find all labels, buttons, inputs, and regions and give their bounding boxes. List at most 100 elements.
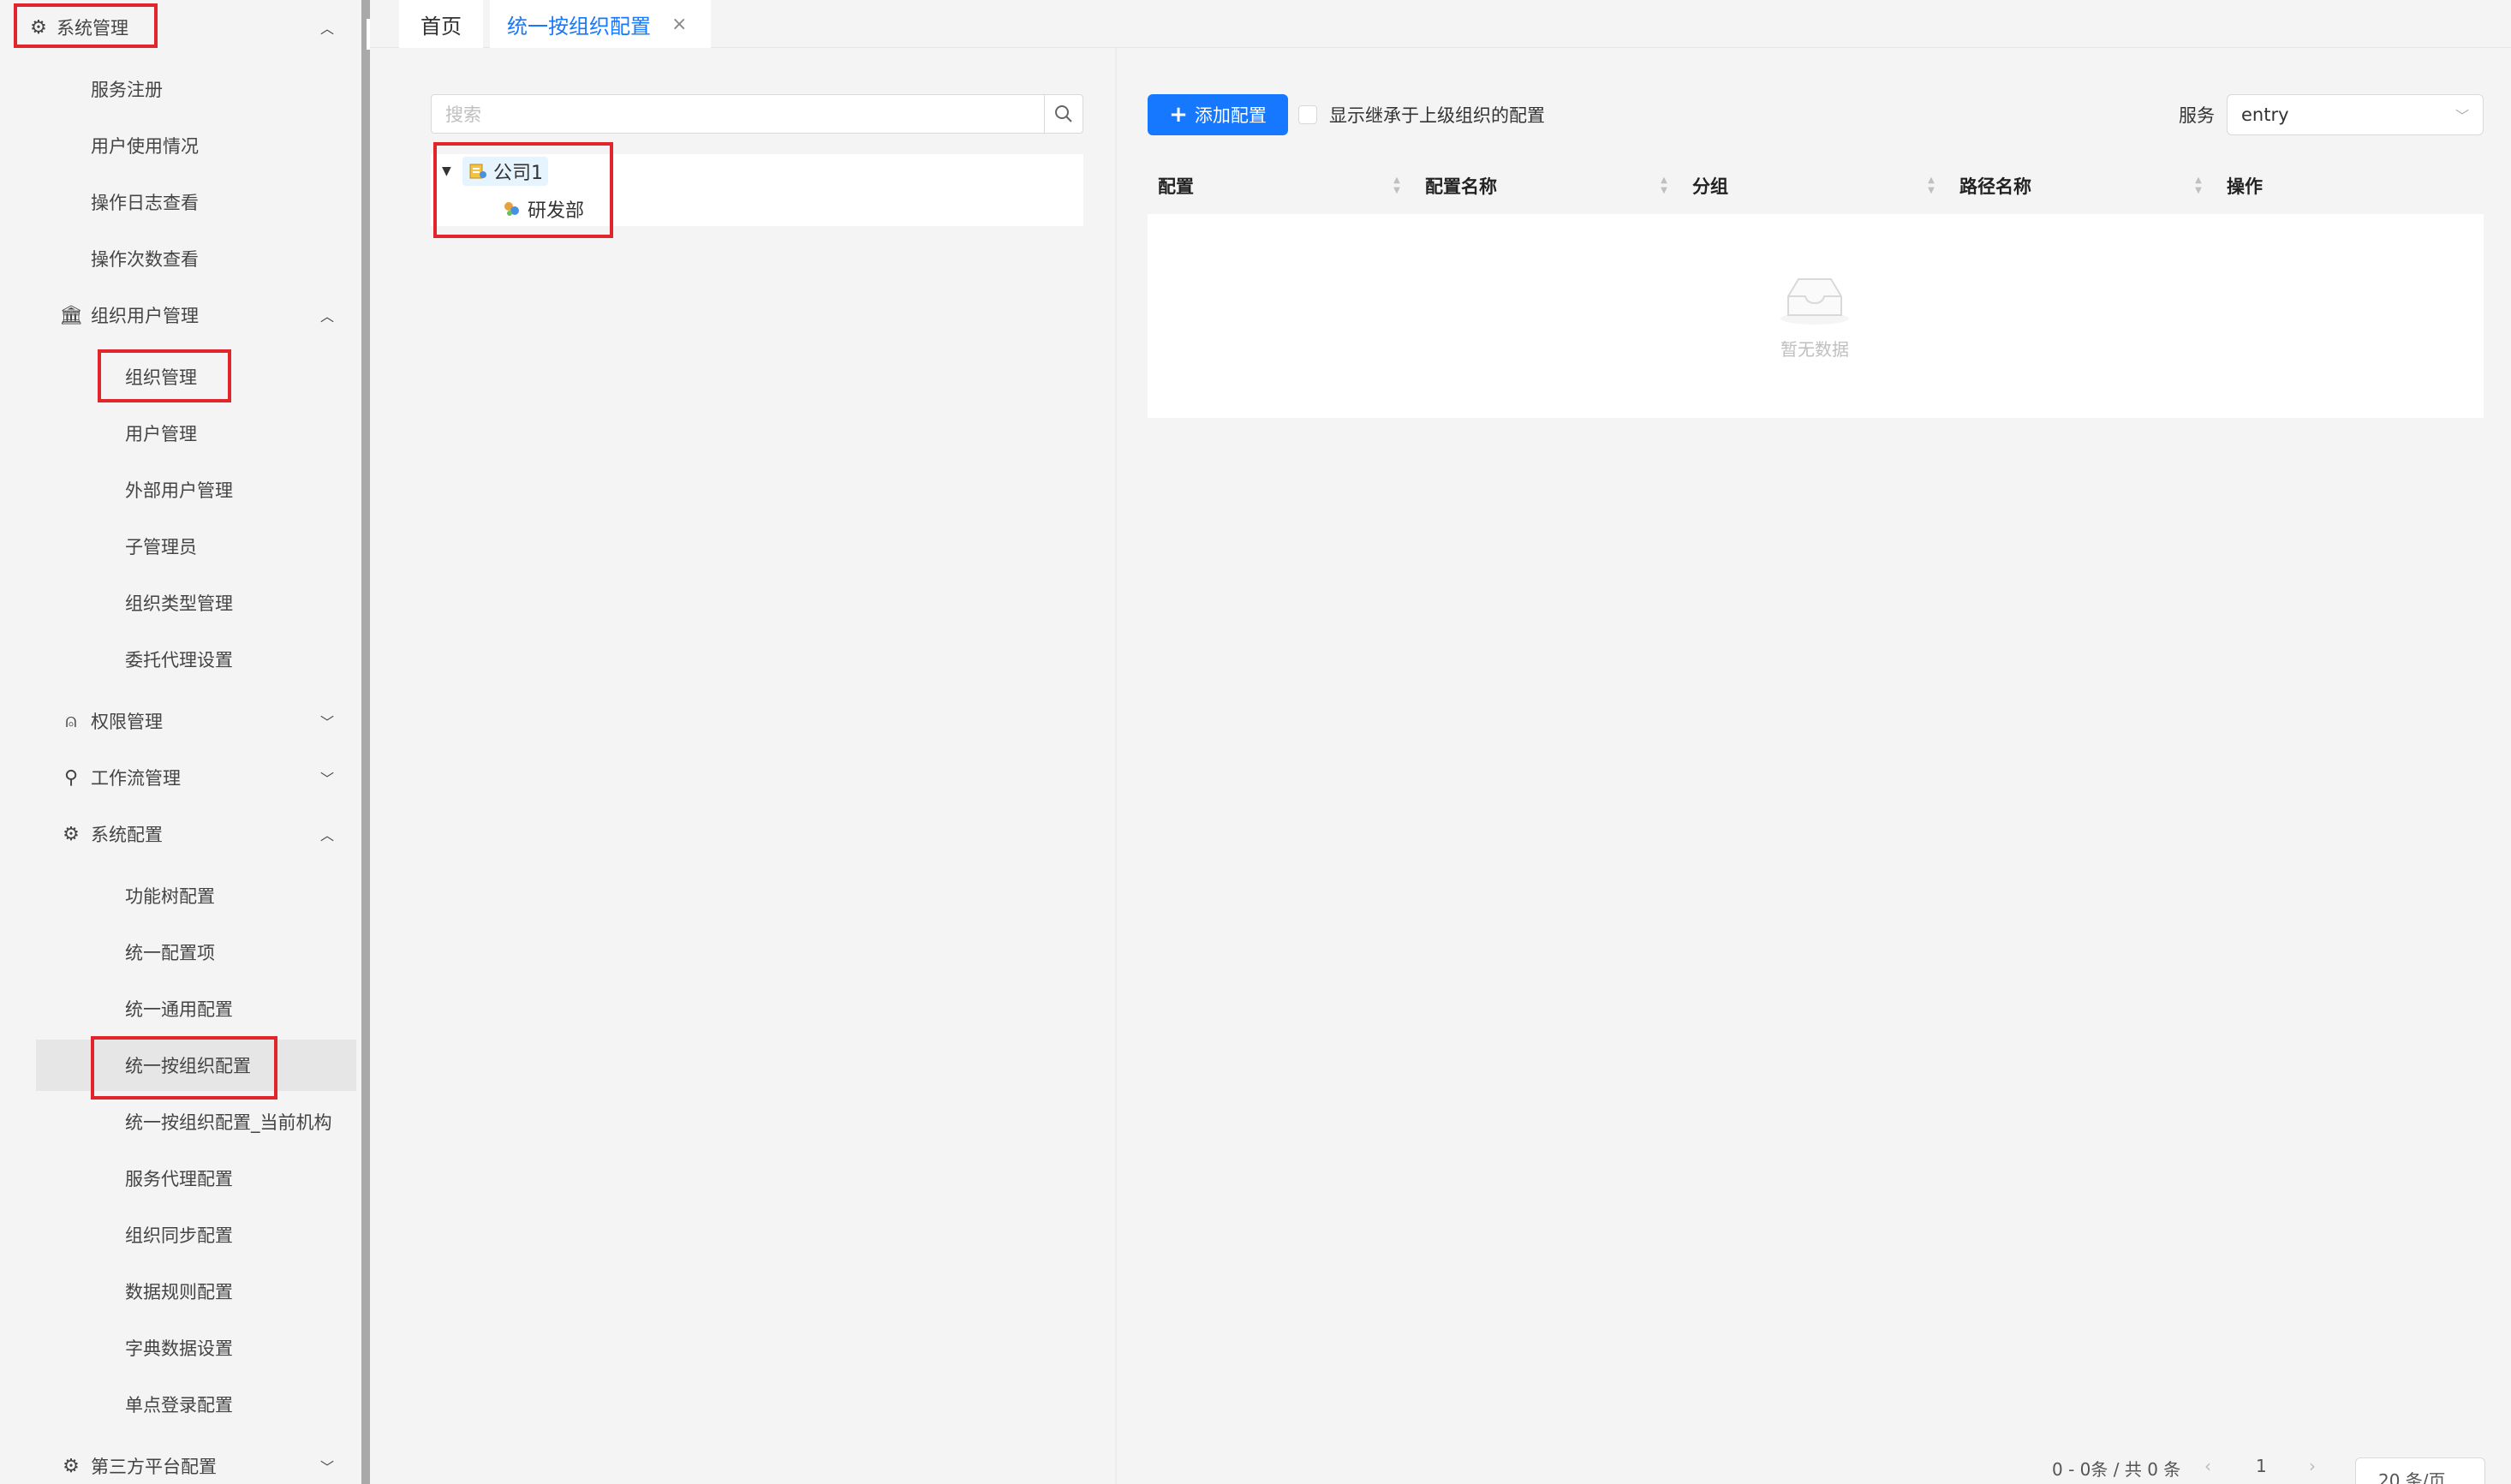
tab-unified-org-config[interactable]: 统一按组织配置 × xyxy=(490,0,711,48)
gear-icon: ⚙ xyxy=(63,823,80,845)
sidebar-item-org-management[interactable]: 组织管理 xyxy=(0,353,351,401)
chevron-right-icon: › xyxy=(2309,1456,2316,1476)
sidebar-item-label: 操作次数查看 xyxy=(91,249,199,270)
panel-separator xyxy=(1115,48,1117,1484)
sidebar: ⚙ 系统管理 ︿ 服务注册 用户使用情况 操作日志查看 操作次数查看 🏛 组织用… xyxy=(0,0,361,1484)
sidebar-item-label: 第三方平台配置 xyxy=(91,1457,217,1477)
sidebar-item-operation-log[interactable]: 操作日志查看 xyxy=(0,178,351,226)
close-icon[interactable]: × xyxy=(671,14,687,35)
add-config-label: 添加配置 xyxy=(1194,105,1267,126)
sidebar-item-unified-org-config[interactable]: 统一按组织配置 xyxy=(36,1040,356,1091)
sort-icon[interactable]: ▲ ▼ xyxy=(1925,176,1937,196)
chevron-down-icon: ﹀ xyxy=(319,714,334,730)
sidebar-item-label: 系统配置 xyxy=(91,825,163,845)
sidebar-item-operation-count[interactable]: 操作次数查看 xyxy=(0,235,351,283)
tree-node-label: 研发部 xyxy=(528,200,585,222)
next-page-button[interactable]: › xyxy=(2309,1456,2316,1476)
sidebar-item-label: 统一按组织配置_当前机构 xyxy=(125,1112,332,1133)
org-icon xyxy=(469,164,486,179)
sidebar-item-unified-org-config-current[interactable]: 统一按组织配置_当前机构 xyxy=(0,1098,351,1146)
caret-down-icon[interactable]: ▼ xyxy=(442,164,454,178)
sidebar-item-label: 权限管理 xyxy=(91,712,163,732)
inherit-checkbox[interactable] xyxy=(1298,105,1317,124)
page-number[interactable]: 1 xyxy=(2256,1456,2267,1476)
tree-node-rd-dept[interactable]: 研发部 xyxy=(502,194,584,224)
sort-icon[interactable]: ▲ ▼ xyxy=(1658,176,1670,196)
sidebar-item-sub-admin[interactable]: 子管理员 xyxy=(0,522,351,570)
department-icon xyxy=(504,202,519,216)
sidebar-item-label: 统一通用配置 xyxy=(125,999,233,1020)
sidebar-item-unified-common-config[interactable]: 统一通用配置 xyxy=(0,985,351,1033)
sidebar-item-user-management[interactable]: 用户管理 xyxy=(0,409,351,457)
sidebar-item-service-registry[interactable]: 服务注册 xyxy=(0,65,351,113)
column-header-config[interactable]: 配置 xyxy=(1158,163,1194,209)
chevron-down-icon: ﹀ xyxy=(319,771,334,787)
sidebar-item-org-type[interactable]: 组织类型管理 xyxy=(0,579,351,627)
sidebar-item-label: 组织管理 xyxy=(125,367,197,388)
sidebar-divider[interactable] xyxy=(361,0,370,1484)
org-tree-panel xyxy=(370,48,1115,1484)
tab-home[interactable]: 首页 xyxy=(399,0,483,48)
sidebar-item-label: 外部用户管理 xyxy=(125,480,233,501)
plus-icon: + xyxy=(1169,102,1188,128)
table-header: 配置 ▲ ▼ 配置名称 ▲ ▼ 分组 ▲ ▼ 路径名称 ▲ ▼ 操作 xyxy=(1148,163,2484,209)
bank-icon: 🏛 xyxy=(59,304,83,326)
sort-icon[interactable]: ▲ ▼ xyxy=(1391,176,1403,196)
sidebar-item-data-rule[interactable]: 数据规则配置 xyxy=(0,1267,351,1315)
sidebar-item-system-management[interactable]: ⚙ 系统管理 ︿ xyxy=(0,3,351,51)
add-config-button[interactable]: + 添加配置 xyxy=(1148,94,1288,135)
chevron-up-icon: ︿ xyxy=(319,827,334,843)
column-header-path-name[interactable]: 路径名称 xyxy=(1959,163,2031,209)
sidebar-item-label: 统一配置项 xyxy=(125,943,215,963)
prev-page-button[interactable]: ‹ xyxy=(2204,1456,2211,1476)
chevron-down-icon: ﹀ xyxy=(2454,108,2469,124)
sidebar-item-workflow[interactable]: ⚲ 工作流管理 ﹀ xyxy=(0,754,351,802)
chevron-left-icon: ‹ xyxy=(2204,1456,2211,1476)
sidebar-item-label: 用户管理 xyxy=(125,424,197,444)
tab-label: 统一按组织配置 xyxy=(507,14,651,39)
sidebar-item-external-user[interactable]: 外部用户管理 xyxy=(0,466,351,514)
sidebar-item-label: 功能树配置 xyxy=(125,886,215,907)
sidebar-item-label: 统一按组织配置 xyxy=(125,1056,251,1076)
sidebar-item-system-config[interactable]: ⚙ 系统配置 ︿ xyxy=(0,810,351,858)
column-header-actions: 操作 xyxy=(2227,163,2263,209)
service-select-value: entry xyxy=(2241,104,2289,125)
column-header-config-name[interactable]: 配置名称 xyxy=(1425,163,1497,209)
sidebar-item-org-user-management[interactable]: 🏛 组织用户管理 ︿ xyxy=(0,291,351,339)
column-label: 分组 xyxy=(1692,176,1728,197)
sidebar-item-third-party[interactable]: ⚙ 第三方平台配置 ﹀ xyxy=(0,1442,351,1484)
sidebar-item-label: 数据规则配置 xyxy=(125,1282,233,1302)
page-size-select[interactable]: 20 条/页 xyxy=(2355,1457,2485,1484)
tree-node-selected[interactable]: 公司1 xyxy=(462,157,548,186)
tree-node-company[interactable]: ▼ 公司1 xyxy=(442,156,548,187)
column-header-group[interactable]: 分组 xyxy=(1692,163,1728,209)
empty-text: 暂无数据 xyxy=(1780,339,1849,360)
sidebar-item-unified-config-item[interactable]: 统一配置项 xyxy=(0,928,351,976)
sidebar-item-permission[interactable]: ⍝ 权限管理 ﹀ xyxy=(0,697,351,745)
search-input[interactable]: 搜索 xyxy=(431,94,1044,134)
service-select[interactable]: entry ﹀ xyxy=(2227,94,2484,135)
search-icon xyxy=(1055,105,1072,122)
sidebar-item-delegation[interactable]: 委托代理设置 xyxy=(0,635,351,683)
chevron-up-icon: ︿ xyxy=(319,21,334,37)
service-label: 服务 xyxy=(2179,105,2215,126)
sidebar-item-service-proxy[interactable]: 服务代理配置 xyxy=(0,1154,351,1202)
tab-label: 首页 xyxy=(420,14,462,39)
column-label: 路径名称 xyxy=(1959,176,2031,197)
inherit-checkbox-label[interactable]: 显示继承于上级组织的配置 xyxy=(1329,102,1545,128)
sidebar-item-label: 用户使用情况 xyxy=(91,136,199,157)
gear-icon: ⚙ xyxy=(63,1455,80,1477)
sidebar-item-label: 组织用户管理 xyxy=(91,306,199,326)
sidebar-item-user-usage[interactable]: 用户使用情况 xyxy=(0,122,351,170)
sidebar-item-org-sync[interactable]: 组织同步配置 xyxy=(0,1211,351,1259)
sidebar-item-dictionary[interactable]: 字典数据设置 xyxy=(0,1324,351,1372)
gear-icon: ⚙ xyxy=(30,16,47,39)
search-button[interactable] xyxy=(1044,94,1083,134)
sort-icon[interactable]: ▲ ▼ xyxy=(2192,176,2204,196)
column-label: 操作 xyxy=(2227,176,2263,197)
pagination-summary: 0 - 0条 / 共 0 条 xyxy=(2052,1459,2181,1480)
sidebar-item-sso[interactable]: 单点登录配置 xyxy=(0,1380,351,1428)
sidebar-item-function-tree[interactable]: 功能树配置 xyxy=(0,872,351,920)
sidebar-item-label: 字典数据设置 xyxy=(125,1338,233,1359)
sidebar-item-label: 组织类型管理 xyxy=(125,593,233,614)
